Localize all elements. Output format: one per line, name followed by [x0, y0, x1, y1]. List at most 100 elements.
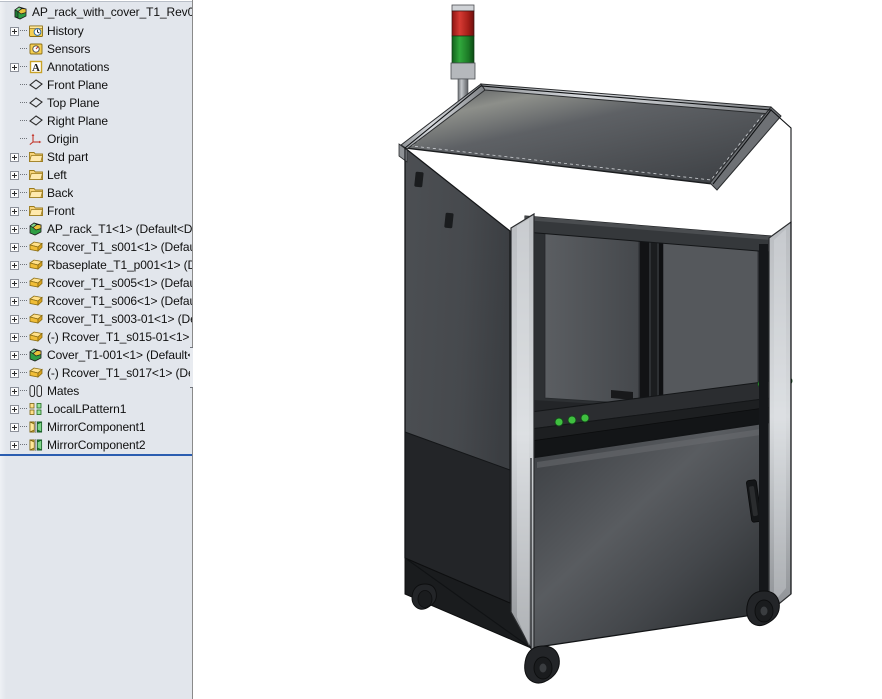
- tree-item-sensors[interactable]: Sensors: [0, 40, 192, 58]
- tree-item-rcover-t1-s001[interactable]: Rcover_T1_s001<1> (Default: [0, 238, 192, 256]
- tree-item-mates[interactable]: Mates: [0, 382, 192, 400]
- tree-connector: [20, 274, 28, 292]
- tree-connector: [20, 310, 28, 328]
- feature-tree-panel[interactable]: AP_rack_with_cover_T1_Rev01 ( History Se…: [0, 0, 193, 699]
- tree-item-rcover-t1-s005[interactable]: Rcover_T1_s005<1> (Default: [0, 274, 192, 292]
- tree-item-label: Top Plane: [47, 96, 100, 110]
- expander-plus-icon[interactable]: [10, 152, 19, 162]
- tree-connector: [20, 202, 28, 220]
- tree-item-mirrorcomponent1[interactable]: MirrorComponent1: [0, 418, 192, 436]
- graphics-viewport[interactable]: [193, 0, 882, 699]
- part-icon: [28, 365, 44, 381]
- expander-plus-icon[interactable]: [10, 404, 19, 414]
- expander-plus-icon[interactable]: [10, 332, 19, 342]
- stack-light-green: [451, 35, 475, 64]
- tree-connector: [20, 76, 28, 94]
- history-icon: [28, 23, 44, 39]
- tree-connector: [20, 418, 28, 436]
- tree-item-rcover-t1-s015-01[interactable]: (-) Rcover_T1_s015-01<1> (D: [0, 328, 192, 346]
- tree-item-locallpattern1[interactable]: LocalLPattern1: [0, 400, 192, 418]
- subassembly-icon: [28, 347, 44, 363]
- tree-item-root[interactable]: AP_rack_with_cover_T1_Rev01 (: [0, 3, 192, 22]
- folder-icon: [28, 149, 44, 165]
- left-side-panel: [404, 146, 524, 607]
- side-latch: [414, 171, 424, 188]
- tree-item-label: Front: [47, 204, 75, 218]
- mirror-component-icon: [28, 419, 44, 435]
- tree-item-right-plane[interactable]: Right Plane: [0, 112, 192, 130]
- tree-item-label: Rcover_T1_s005<1> (Default: [47, 276, 192, 290]
- tree-item-label: Mates: [47, 384, 80, 398]
- tree-item-label: Rcover_T1_s001<1> (Default: [47, 240, 192, 254]
- part-icon: [28, 329, 44, 345]
- expander-plus-icon[interactable]: [10, 296, 19, 306]
- plane-icon: [28, 113, 44, 129]
- tree-item-label: LocalLPattern1: [47, 402, 127, 416]
- expander-plus-icon[interactable]: [10, 242, 19, 252]
- tree-item-front[interactable]: Front: [0, 202, 192, 220]
- tree-item-origin[interactable]: Origin: [0, 130, 192, 148]
- folder-icon: [28, 185, 44, 201]
- tree-item-back[interactable]: Back: [0, 184, 192, 202]
- expander-plus-icon[interactable]: [10, 62, 19, 72]
- tree-connector: [20, 346, 28, 364]
- tree-item-label: AP_rack_T1<1> (Default<Dis: [47, 222, 192, 236]
- tree-item-label: MirrorComponent2: [47, 438, 146, 452]
- tree-item-history[interactable]: History: [0, 22, 192, 40]
- expander-plus-icon[interactable]: [10, 440, 19, 450]
- tree-item-rcover-t1-s017[interactable]: (-) Rcover_T1_s017<1> (Defa: [0, 364, 192, 382]
- feature-tree-top-divider: [0, 0, 192, 2]
- rack-assembly-model[interactable]: [193, 0, 882, 699]
- expander-plus-icon[interactable]: [10, 224, 19, 234]
- expander-plus-icon[interactable]: [10, 314, 19, 324]
- tree-connector: [20, 22, 28, 40]
- tree-connector: [20, 382, 28, 400]
- tree-item-front-plane[interactable]: Front Plane: [0, 76, 192, 94]
- expander-plus-icon[interactable]: [10, 206, 19, 216]
- part-icon: [28, 257, 44, 273]
- tree-connector: [20, 112, 28, 130]
- assembly-icon: [13, 5, 29, 21]
- tree-connector: [20, 364, 28, 382]
- expander-plus-icon[interactable]: [10, 170, 19, 180]
- expander-plus-icon[interactable]: [10, 368, 19, 378]
- tree-item-top-plane[interactable]: Top Plane: [0, 94, 192, 112]
- feature-tree-list[interactable]: AP_rack_with_cover_T1_Rev01 ( History Se…: [0, 3, 192, 456]
- tree-connector: [20, 292, 28, 310]
- tree-item-label: Rcover_T1_s003-01<1> (Defa: [47, 312, 192, 326]
- part-icon: [28, 239, 44, 255]
- expander-plus-icon[interactable]: [10, 422, 19, 432]
- tree-connector: [20, 166, 28, 184]
- tree-item-rcover-t1-s006[interactable]: Rcover_T1_s006<1> (Default: [0, 292, 192, 310]
- mirror-component-icon: [28, 437, 44, 453]
- tree-item-rbaseplate-t1-p001[interactable]: Rbaseplate_T1_p001<1> (Def: [0, 256, 192, 274]
- part-icon: [28, 275, 44, 291]
- tree-connector: [20, 94, 28, 112]
- tree-item-ap-rack-t1[interactable]: AP_rack_T1<1> (Default<Dis: [0, 220, 192, 238]
- expander-plus-icon[interactable]: [10, 350, 19, 360]
- tree-item-label: MirrorComponent1: [47, 420, 146, 434]
- tree-connector: [20, 58, 28, 76]
- caster-wheel: [524, 645, 560, 684]
- expander-plus-icon[interactable]: [10, 260, 19, 270]
- tree-item-std-part[interactable]: Std part: [0, 148, 192, 166]
- side-latch: [444, 212, 454, 229]
- tree-connector: [20, 400, 28, 418]
- mates-icon: [28, 383, 44, 399]
- tree-item-label: Rcover_T1_s006<1> (Default: [47, 294, 192, 308]
- tree-item-annotations[interactable]: A Annotations: [0, 58, 192, 76]
- expander-plus-icon[interactable]: [10, 188, 19, 198]
- expander-plus-icon[interactable]: [10, 386, 19, 396]
- tree-item-label: Front Plane: [47, 78, 108, 92]
- tree-item-left[interactable]: Left: [0, 166, 192, 184]
- expander-plus-icon[interactable]: [10, 26, 19, 36]
- tree-item-label: Std part: [47, 150, 89, 164]
- led-indicator: [567, 415, 577, 425]
- led-indicator: [554, 417, 564, 427]
- expander-none-icon: [10, 45, 19, 54]
- tree-item-rcover-t1-s003-01[interactable]: Rcover_T1_s003-01<1> (Defa: [0, 310, 192, 328]
- tree-item-mirrorcomponent2[interactable]: MirrorComponent2: [0, 436, 192, 456]
- lower-door-panel[interactable]: [530, 421, 774, 649]
- expander-plus-icon[interactable]: [10, 278, 19, 288]
- tree-item-cover-t1-001[interactable]: Cover_T1-001<1> (Default<[: [0, 346, 192, 364]
